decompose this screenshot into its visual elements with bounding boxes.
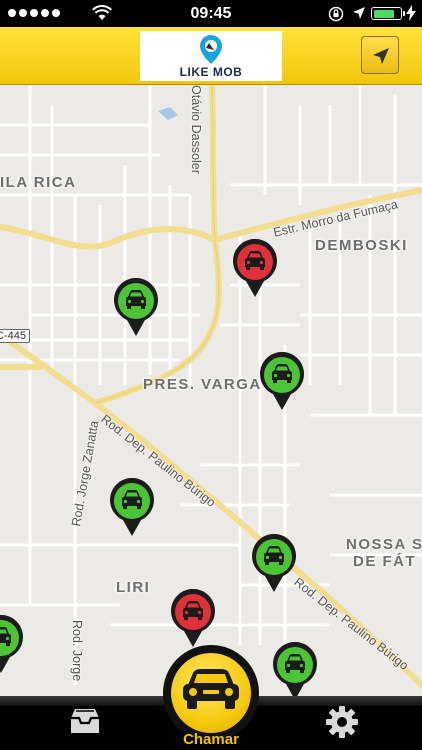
app-logo: LIKE MOB	[140, 31, 282, 81]
car-icon	[183, 669, 239, 709]
logo-text: LIKE MOB	[179, 65, 243, 79]
map-road-label: Rod. Jorge	[70, 620, 84, 682]
car-pin-icon	[171, 588, 215, 647]
map-area-label: PRES. VARGA	[143, 376, 262, 393]
map-area-label: DE FÁT	[353, 553, 417, 570]
map-area-label: LIRI	[116, 579, 151, 596]
map-view[interactable]: ILA RICA DEMBOSKI PRES. VARGA NOSSA S DE…	[0, 85, 422, 696]
map-road-label: Otávio Dassoler	[189, 85, 203, 174]
car-pin-icon	[252, 533, 296, 592]
car-pin-icon	[0, 615, 23, 673]
car-pin-icon	[233, 238, 277, 297]
logo-pin-icon	[200, 35, 222, 64]
car-pin-icon	[273, 642, 317, 696]
charging-bolt-icon	[406, 5, 416, 21]
car-marker-available[interactable]	[109, 477, 155, 538]
car-marker-available[interactable]	[113, 277, 159, 338]
map-area-label: DEMBOSKI	[315, 237, 408, 254]
locate-me-button[interactable]	[361, 36, 399, 74]
status-bar: 09:45	[0, 0, 422, 27]
car-marker-available[interactable]	[0, 615, 24, 675]
call-car-button[interactable]	[163, 645, 259, 741]
highway-shield: C-445	[0, 329, 30, 343]
car-pin-icon	[110, 477, 154, 536]
map-area-label: NOSSA S	[346, 536, 422, 553]
car-pin-icon	[260, 351, 304, 410]
battery-icon	[371, 7, 405, 20]
call-button-label: Chamar	[183, 731, 239, 748]
car-marker-available[interactable]	[251, 533, 297, 594]
car-marker-available[interactable]	[259, 351, 305, 412]
inbox-icon[interactable]	[68, 706, 102, 736]
car-pin-icon	[114, 277, 158, 336]
car-marker-occupied[interactable]	[170, 588, 216, 649]
car-marker-available[interactable]	[272, 642, 318, 696]
gear-icon[interactable]	[324, 704, 360, 740]
map-area-label: ILA RICA	[0, 174, 77, 191]
app-header: LIKE MOB	[0, 27, 422, 85]
car-marker-occupied[interactable]	[232, 238, 278, 299]
navigation-arrow-icon	[373, 48, 389, 64]
orientation-lock-icon	[328, 6, 344, 22]
location-arrow-icon	[353, 7, 365, 19]
